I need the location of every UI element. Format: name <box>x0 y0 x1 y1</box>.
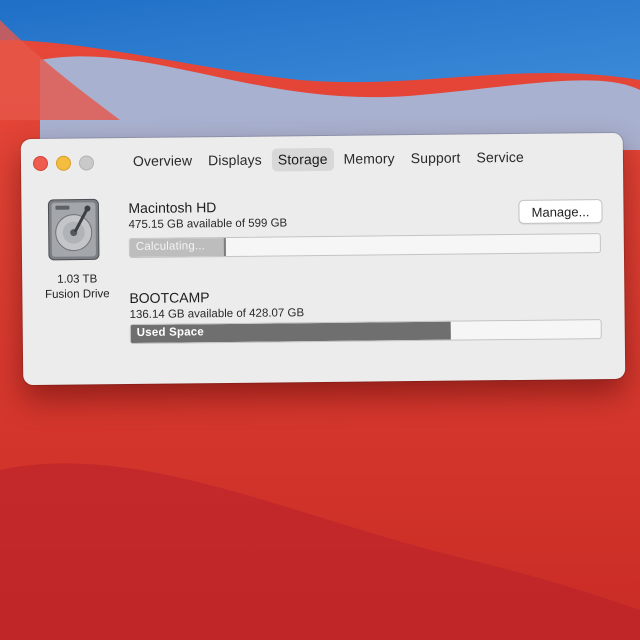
manage-button[interactable]: Manage... <box>518 199 603 224</box>
traffic-lights <box>32 155 95 172</box>
volume-bootcamp: BOOTCAMP 136.14 GB available of 428.07 G… <box>129 285 602 345</box>
disk-size: 1.03 TB <box>57 273 98 286</box>
zoom-window-button[interactable] <box>78 155 95 171</box>
close-window-button[interactable] <box>32 155 49 172</box>
tab-displays[interactable]: Displays <box>202 149 268 173</box>
tab-service[interactable]: Service <box>470 146 530 170</box>
minimize-window-button[interactable] <box>55 155 72 171</box>
bar-label: Used Space <box>136 326 205 339</box>
volume-available: 136.14 GB available of 428.07 GB <box>129 307 305 322</box>
bar-label: Calculating... <box>135 240 206 253</box>
about-this-mac-window: Overview Displays Storage Memory Support… <box>20 132 626 386</box>
window-titlebar: Overview Displays Storage Memory Support… <box>21 133 623 183</box>
volume-name: BOOTCAMP <box>129 289 210 307</box>
tab-bar: Overview Displays Storage Memory Support… <box>127 146 530 173</box>
disk-type: Fusion Drive <box>45 288 110 301</box>
tab-support[interactable]: Support <box>405 146 467 170</box>
hard-drive-icon <box>47 198 100 261</box>
storage-usage-bar: Used Space <box>129 319 602 345</box>
tab-storage[interactable]: Storage <box>271 147 334 172</box>
tab-overview[interactable]: Overview <box>127 149 198 173</box>
tab-memory[interactable]: Memory <box>337 147 400 171</box>
disk-summary: 1.03 TB Fusion Drive <box>32 272 122 303</box>
storage-usage-bar: Calculating... <box>128 233 601 259</box>
storage-pane: 1.03 TB Fusion Drive Macintosh HD 475.15… <box>21 177 625 385</box>
